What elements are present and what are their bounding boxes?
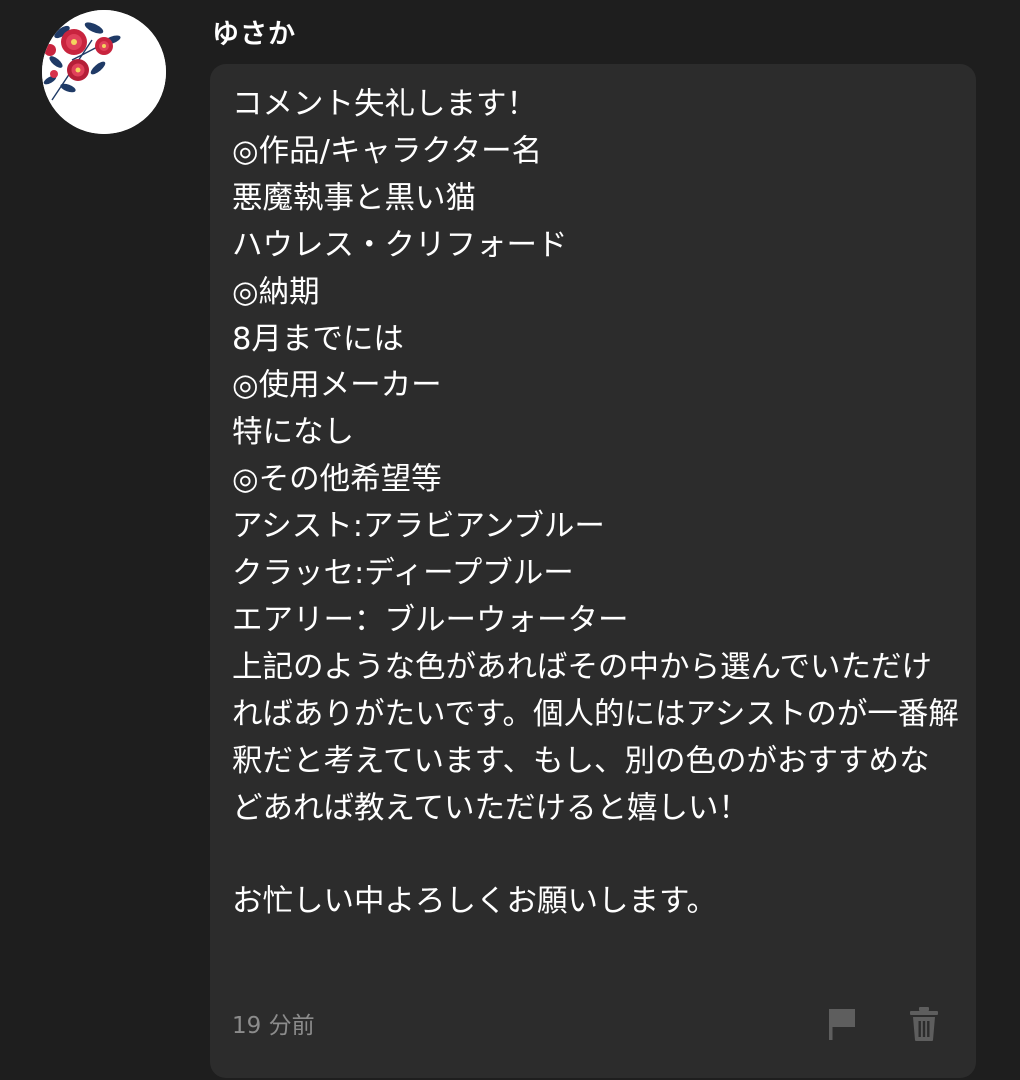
comment-bubble: コメント失礼します！ ◎作品/キャラクター名 悪魔執事と黒い猫 ハウレス・クリフ…	[210, 64, 976, 1078]
trash-icon	[910, 1007, 938, 1041]
report-button[interactable]	[822, 1004, 862, 1044]
avatar[interactable]	[42, 10, 166, 134]
comment-page: ゆさか コメント失礼します！ ◎作品/キャラクター名 悪魔執事と黒い猫 ハウレス…	[0, 0, 1020, 1080]
comment-author[interactable]: ゆさか	[212, 12, 296, 51]
comment-timestamp: 19 分前	[232, 1013, 315, 1039]
delete-button[interactable]	[904, 1004, 944, 1044]
flag-icon	[829, 1009, 855, 1040]
comment-body: コメント失礼します！ ◎作品/キャラクター名 悪魔執事と黒い猫 ハウレス・クリフ…	[232, 87, 959, 920]
camellia-avatar-image	[42, 10, 166, 134]
